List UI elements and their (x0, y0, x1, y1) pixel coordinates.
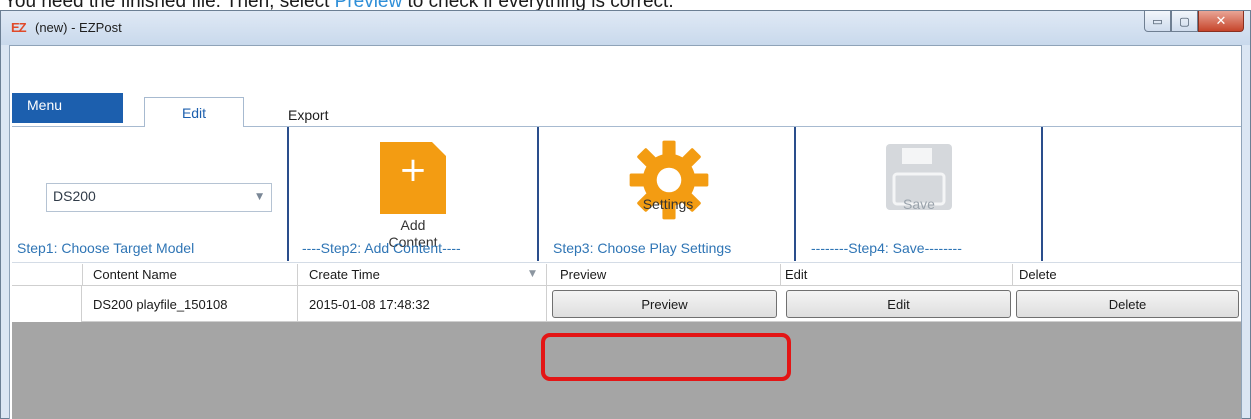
column-separator (297, 264, 298, 286)
window-controls: ▭ ▢ ✕ (1144, 11, 1244, 32)
column-header-content-name[interactable]: Content Name (93, 267, 177, 282)
column-separator (780, 264, 781, 286)
minimize-button[interactable]: ▭ (1144, 11, 1171, 32)
ribbon-divider (537, 127, 539, 261)
column-separator (82, 264, 83, 286)
app-logo-icon: EZ (11, 20, 27, 35)
grid-header: Content Name Create Time ▼ Preview Edit … (12, 264, 1241, 286)
column-separator (546, 286, 547, 322)
delete-button[interactable]: Delete (1016, 290, 1239, 318)
title-bar[interactable]: EZ (new) - EZPost ▭ ▢ ✕ (1, 11, 1250, 45)
ribbon-panel: DS200 ▼ Step1: Choose Target Model + Add… (12, 126, 1241, 263)
cell-create-time: 2015-01-08 17:48:32 (309, 297, 430, 312)
step2-label: ----Step2: Add Content---- (302, 240, 461, 256)
column-header-delete[interactable]: Delete (1019, 267, 1057, 282)
table-row[interactable]: DS200 playfile_150108 2015-01-08 17:48:3… (12, 286, 1241, 322)
tab-menu[interactable]: Menu (12, 93, 123, 123)
preview-highlight-annotation (541, 333, 791, 381)
column-separator (297, 286, 298, 322)
window-title: (new) - EZPost (35, 20, 122, 35)
target-model-select[interactable]: DS200 ▼ (46, 183, 272, 212)
save-button[interactable]: Save (864, 196, 974, 213)
column-separator (546, 264, 547, 286)
settings-button[interactable]: Settings (613, 196, 723, 213)
chevron-down-icon: ▼ (256, 192, 263, 202)
target-model-value: DS200 (53, 188, 96, 204)
step4-label: --------Step4: Save-------- (811, 240, 962, 256)
maximize-button[interactable]: ▢ (1171, 11, 1198, 32)
close-button[interactable]: ✕ (1198, 11, 1244, 32)
add-content-icon[interactable]: + (380, 142, 446, 214)
sort-descending-icon: ▼ (529, 269, 536, 279)
tab-export[interactable]: Export (288, 107, 328, 123)
cell-content-name: DS200 playfile_150108 (93, 297, 228, 312)
tab-edit[interactable]: Edit (144, 97, 244, 127)
row-header[interactable] (12, 286, 82, 322)
add-content-label-line1: Add (400, 217, 426, 233)
edit-button[interactable]: Edit (786, 290, 1011, 318)
step1-label: Step1: Choose Target Model (17, 240, 195, 256)
preview-button[interactable]: Preview (552, 290, 777, 318)
column-header-preview[interactable]: Preview (560, 267, 606, 282)
ribbon-divider (794, 127, 796, 261)
ribbon-divider (1041, 127, 1043, 261)
column-separator (1012, 264, 1013, 286)
ribbon-divider (287, 127, 289, 261)
column-header-edit[interactable]: Edit (785, 267, 807, 282)
step3-label: Step3: Choose Play Settings (553, 240, 732, 256)
column-header-create-time[interactable]: Create Time (309, 267, 380, 282)
